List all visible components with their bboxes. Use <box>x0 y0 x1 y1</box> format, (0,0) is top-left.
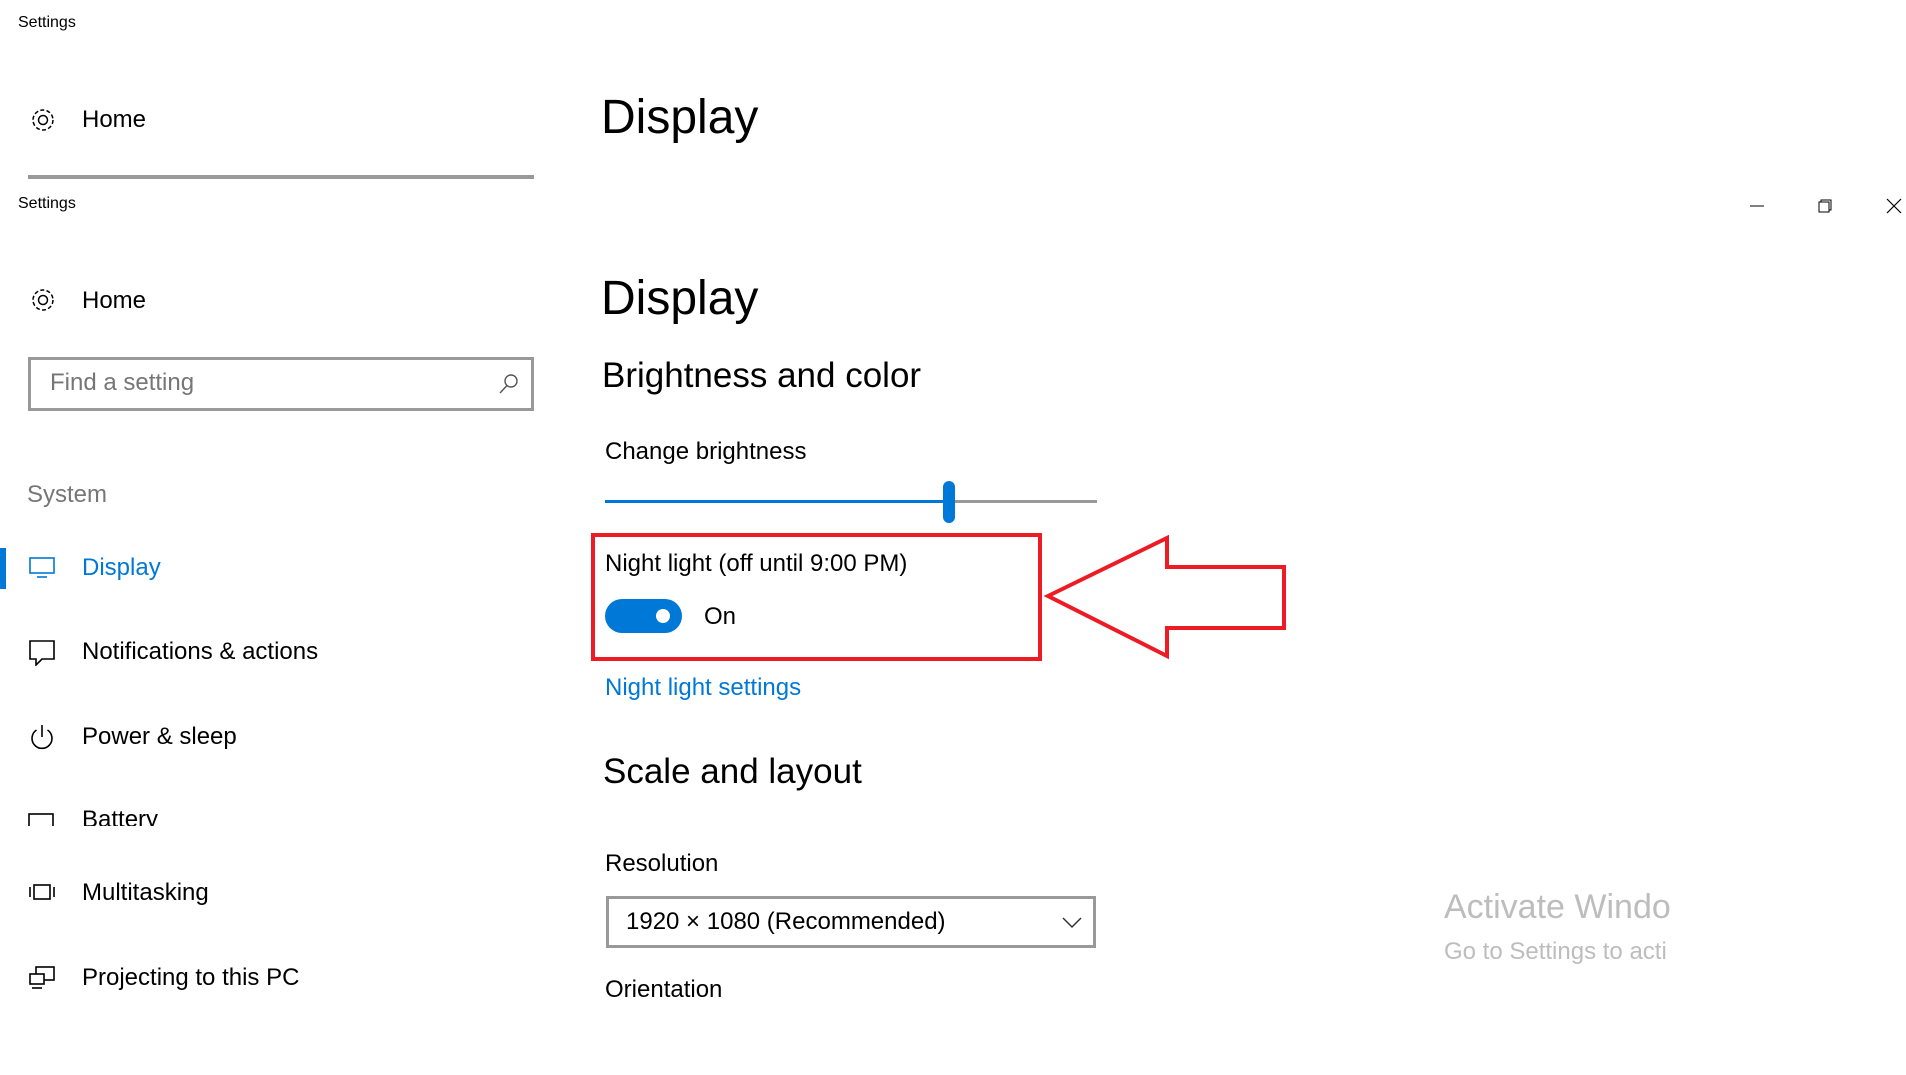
activation-watermark-title: Activate Windo <box>1444 888 1671 926</box>
activation-watermark-subtitle: Go to Settings to acti <box>1444 938 1667 965</box>
